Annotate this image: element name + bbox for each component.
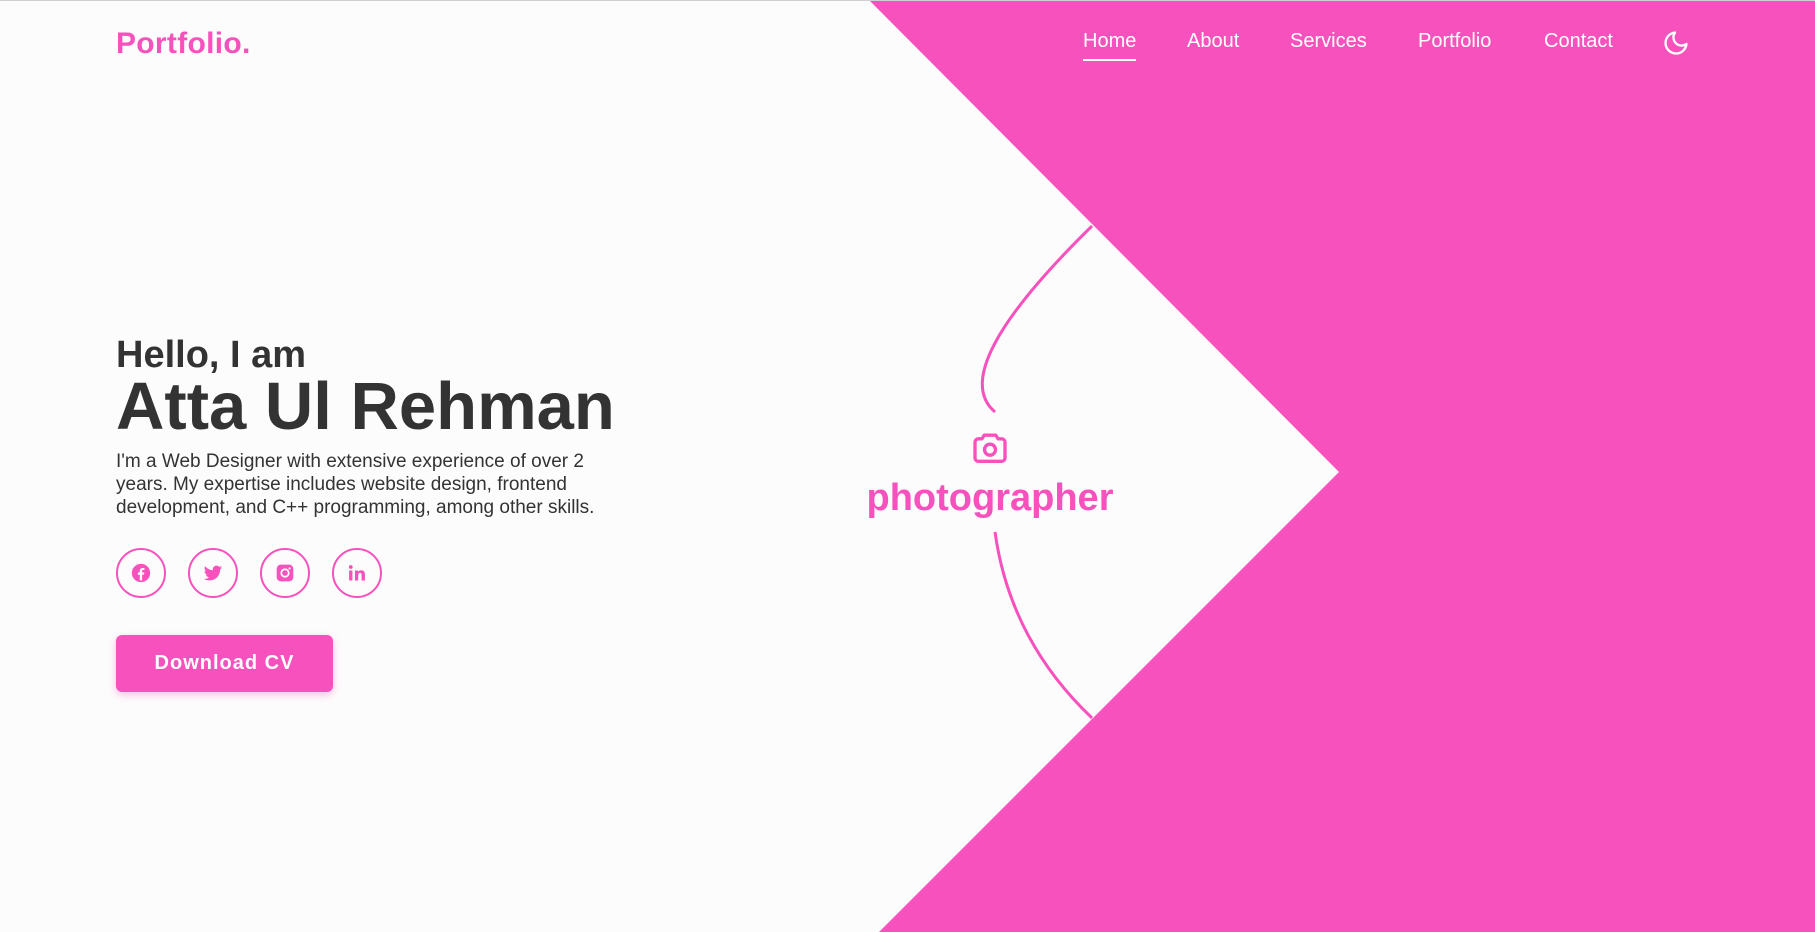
download-cv-button[interactable]: Download CV [116, 635, 333, 692]
instagram-link[interactable] [260, 548, 310, 598]
hero-description: I'm a Web Designer with extensive experi… [116, 451, 595, 518]
nav-about[interactable]: About [1187, 30, 1239, 59]
moon-icon [1664, 31, 1688, 55]
decorative-arc [980, 224, 1094, 414]
camera-icon [973, 433, 1007, 463]
hero-section: Hello, I am Atta Ul Rehman I'm a Web Des… [116, 335, 676, 519]
logo[interactable]: Portfolio. [116, 27, 251, 61]
role-badge: photographer [850, 428, 1130, 520]
theme-toggle-button[interactable] [1662, 29, 1690, 57]
facebook-link[interactable] [116, 548, 166, 598]
nav-contact[interactable]: Contact [1544, 30, 1613, 59]
twitter-icon [203, 565, 223, 581]
role-label: photographer [866, 477, 1114, 519]
instagram-icon [276, 564, 294, 582]
hero-name: Atta Ul Rehman [116, 369, 615, 444]
nav-portfolio[interactable]: Portfolio [1418, 30, 1491, 59]
nav-services[interactable]: Services [1290, 30, 1367, 59]
decorative-arc-lower [993, 531, 1094, 720]
linkedin-icon [348, 565, 365, 581]
twitter-link[interactable] [188, 548, 238, 598]
nav-home[interactable]: Home [1083, 30, 1137, 61]
linkedin-link[interactable] [332, 548, 382, 598]
top-border [0, 0, 1815, 1]
facebook-icon [131, 563, 151, 583]
